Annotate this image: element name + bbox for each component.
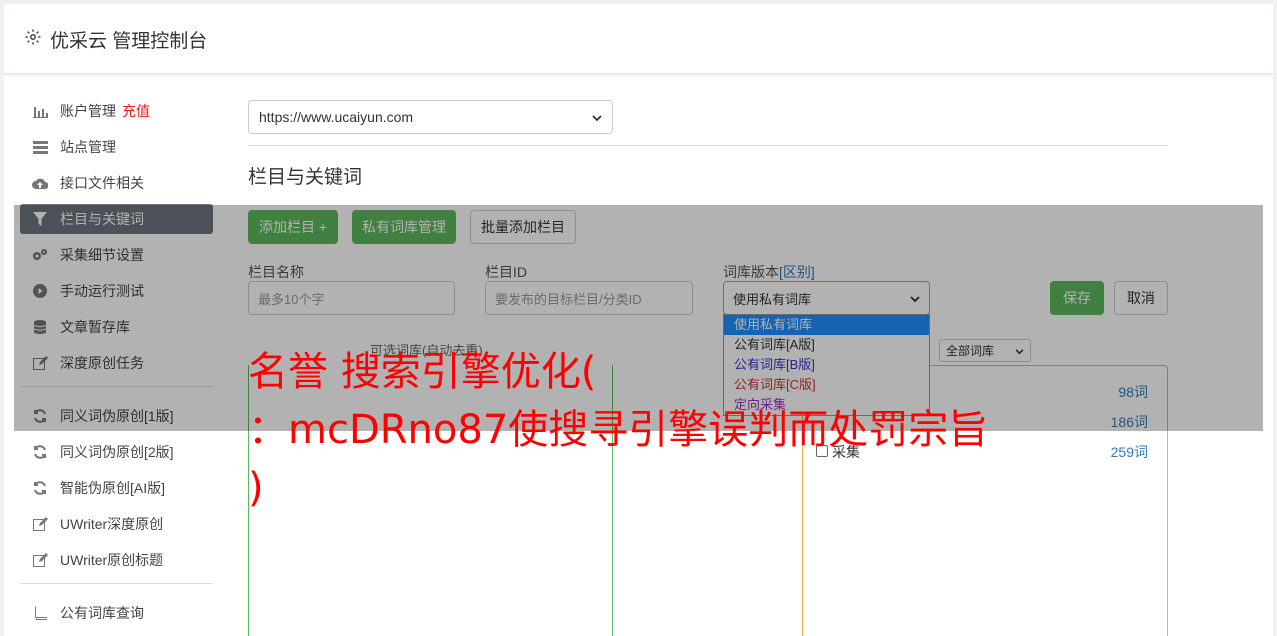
sidebar-item-public-lib[interactable]: 公有词库查询: [20, 598, 213, 628]
sidebar-divider: [20, 583, 213, 584]
sidebar-item-label: 同义词伪原创[2版]: [60, 444, 174, 460]
sidebar-item-account[interactable]: 账户管理 充值: [20, 96, 213, 126]
server-icon: [32, 139, 48, 155]
recharge-link[interactable]: 充值: [122, 101, 150, 121]
chevron-down-icon: [592, 109, 602, 125]
site-select-value: https://www.ucaiyun.com: [259, 109, 414, 125]
sidebar-item-label: 账户管理: [60, 103, 116, 119]
watermark-line: 名誉 搜索引擎优化(: [248, 349, 597, 395]
site-select[interactable]: https://www.ucaiyun.com: [248, 100, 613, 134]
edit-icon: [32, 552, 48, 568]
top-header: 优采云 管理控制台: [4, 4, 1273, 74]
bar-chart-icon: [32, 103, 48, 119]
gear-icon: [24, 28, 42, 52]
cloud-upload-icon: [32, 175, 48, 191]
book-icon: [32, 605, 48, 621]
refresh-icon: [32, 444, 48, 460]
sidebar-item-label: 公有词库查询: [60, 605, 144, 621]
section-title: 栏目与关键词: [248, 167, 363, 188]
sidebar-item-label: 智能伪原创[AI版]: [60, 480, 166, 496]
sidebar-item-synonym-2[interactable]: 同义词伪原创[2版]: [20, 437, 213, 467]
watermark-line: ): [248, 465, 264, 511]
sidebar-item-uwriter-original[interactable]: UWriter深度原创: [20, 509, 213, 539]
edit-icon: [32, 516, 48, 532]
brand: 优采云 管理控制台: [24, 26, 207, 53]
watermark-line: ：mcDRno87使搜寻引擎误判而处罚宗旨: [248, 407, 989, 453]
refresh-icon: [32, 480, 48, 496]
watermark-text: 名誉 搜索引擎优化( ：mcDRno87使搜寻引擎误判而处罚宗旨 ): [248, 343, 1048, 517]
sidebar-item-label: UWriter深度原创: [60, 516, 164, 532]
sidebar-item-ai-original[interactable]: 智能伪原创[AI版]: [20, 473, 213, 503]
sidebar-item-interface[interactable]: 接口文件相关: [20, 168, 213, 198]
sidebar-item-uwriter-title[interactable]: UWriter原创标题: [20, 545, 213, 575]
sidebar-item-sites[interactable]: 站点管理: [20, 132, 213, 162]
library-count: 259词: [1110, 444, 1148, 460]
divider: [248, 145, 1168, 146]
sidebar-item-label: 接口文件相关: [60, 175, 144, 191]
app-title: 优采云 管理控制台: [50, 31, 208, 52]
sidebar-item-label: UWriter原创标题: [60, 552, 164, 568]
sidebar-item-label: 站点管理: [60, 139, 116, 155]
